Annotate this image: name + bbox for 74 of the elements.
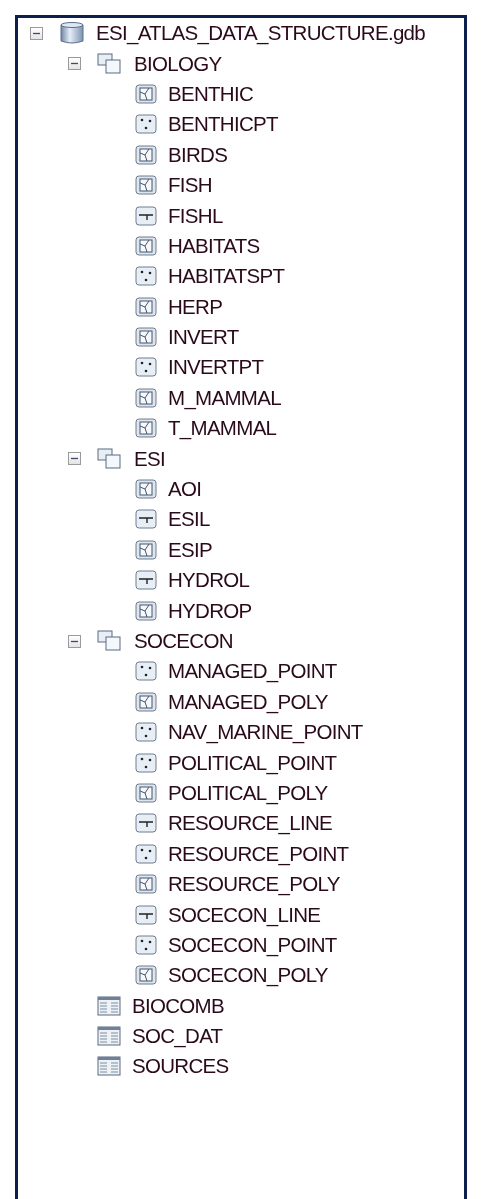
polygon-layer-icon xyxy=(135,175,157,196)
polygon-layer-icon xyxy=(135,83,157,104)
point-layer-icon xyxy=(135,357,157,378)
tree-item-label[interactable]: SOC_DAT xyxy=(132,1024,223,1049)
tree-item-label[interactable]: ESI xyxy=(134,446,165,471)
polygon-layer-icon xyxy=(135,691,157,712)
polygon-layer-icon xyxy=(135,418,157,439)
polygon-layer-icon xyxy=(135,387,157,408)
tree-item-label[interactable]: RESOURCE_POLY xyxy=(168,872,340,897)
polygon-layer-icon xyxy=(135,144,157,165)
table-icon xyxy=(97,1056,121,1077)
line-layer-icon xyxy=(135,570,157,591)
tree-item-label[interactable]: FISH xyxy=(168,173,212,198)
tree-item-label[interactable]: SOURCES xyxy=(132,1054,229,1079)
tree-item-label[interactable]: HYDROL xyxy=(168,568,250,593)
tree-item-label[interactable]: HABITATSPT xyxy=(168,264,285,289)
tree-item-label[interactable]: SOCECON_POLY xyxy=(168,963,328,988)
tree-item-label[interactable]: BIOCOMB xyxy=(132,993,224,1018)
tree-item-label[interactable]: SOCECON xyxy=(134,629,233,653)
feature-dataset-icon xyxy=(97,630,123,652)
polygon-layer-icon xyxy=(135,539,157,560)
polygon-layer-icon xyxy=(135,479,157,500)
tree-item-label[interactable]: AOI xyxy=(168,477,202,502)
line-layer-icon xyxy=(135,813,157,834)
tree-item-label[interactable]: RESOURCE_LINE xyxy=(168,811,333,836)
collapse-toggle[interactable] xyxy=(68,634,81,648)
line-layer-icon xyxy=(135,205,157,226)
tree-item-label[interactable]: MANAGED_POINT xyxy=(168,659,337,684)
point-layer-icon xyxy=(135,266,157,287)
tree-item-label[interactable]: POLITICAL_POLY xyxy=(168,780,328,805)
tree-item-label[interactable]: BENTHIC xyxy=(168,81,254,106)
line-layer-icon xyxy=(135,509,157,530)
point-layer-icon xyxy=(135,752,157,773)
tree-item-label[interactable]: HABITATS xyxy=(168,233,260,258)
tree-item-label[interactable]: T_MAMMAL xyxy=(168,416,277,441)
tree-item-label[interactable]: ESIP xyxy=(168,537,212,562)
tree-item-label[interactable]: BIOLOGY xyxy=(134,51,222,76)
tree-item-label[interactable]: FISHL xyxy=(168,203,223,228)
tree-item-label[interactable]: ESIL xyxy=(168,507,210,532)
tree-item-label[interactable]: RESOURCE_POINT xyxy=(168,841,349,866)
tree-item-label[interactable]: HERP xyxy=(168,294,223,319)
tree-item-label[interactable]: HYDROP xyxy=(168,598,252,623)
point-layer-icon xyxy=(135,114,157,135)
polygon-layer-icon xyxy=(135,235,157,256)
table-icon xyxy=(97,995,121,1016)
collapse-toggle[interactable] xyxy=(30,26,43,40)
point-layer-icon xyxy=(135,722,157,743)
collapse-toggle[interactable] xyxy=(68,452,81,466)
tree-item-label[interactable]: SOCECON_POINT xyxy=(168,932,337,957)
tree-item-label[interactable]: BENTHICPT xyxy=(168,112,278,137)
tree-item-label[interactable]: POLITICAL_POINT xyxy=(168,750,337,775)
polygon-layer-icon xyxy=(135,296,157,317)
tree-item-label[interactable]: INVERT xyxy=(168,325,239,350)
polygon-layer-icon xyxy=(135,327,157,348)
tree-item-label[interactable]: SOCECON_LINE xyxy=(168,902,321,927)
point-layer-icon xyxy=(135,843,157,864)
database-icon xyxy=(59,21,85,46)
feature-dataset-icon xyxy=(97,447,123,470)
tree-item-label[interactable]: MANAGED_POLY xyxy=(168,689,328,714)
tree-item-label[interactable]: INVERTPT xyxy=(168,355,264,380)
line-layer-icon xyxy=(135,904,157,925)
table-icon xyxy=(97,1026,121,1047)
tree-item-label[interactable]: BIRDS xyxy=(168,142,228,167)
tree-item-label[interactable]: ESI_ATLAS_DATA_STRUCTURE.gdb xyxy=(96,21,425,46)
polygon-layer-icon xyxy=(135,874,157,895)
point-layer-icon xyxy=(135,661,157,682)
polygon-layer-icon xyxy=(135,782,157,803)
collapse-toggle[interactable] xyxy=(68,57,81,71)
tree-item-label[interactable]: M_MAMMAL xyxy=(168,385,281,410)
polygon-layer-icon xyxy=(135,600,157,621)
polygon-layer-icon xyxy=(135,965,157,986)
tree-item-label[interactable]: NAV_MARINE_POINT xyxy=(168,720,363,745)
feature-dataset-icon xyxy=(97,52,123,75)
point-layer-icon xyxy=(135,934,157,955)
